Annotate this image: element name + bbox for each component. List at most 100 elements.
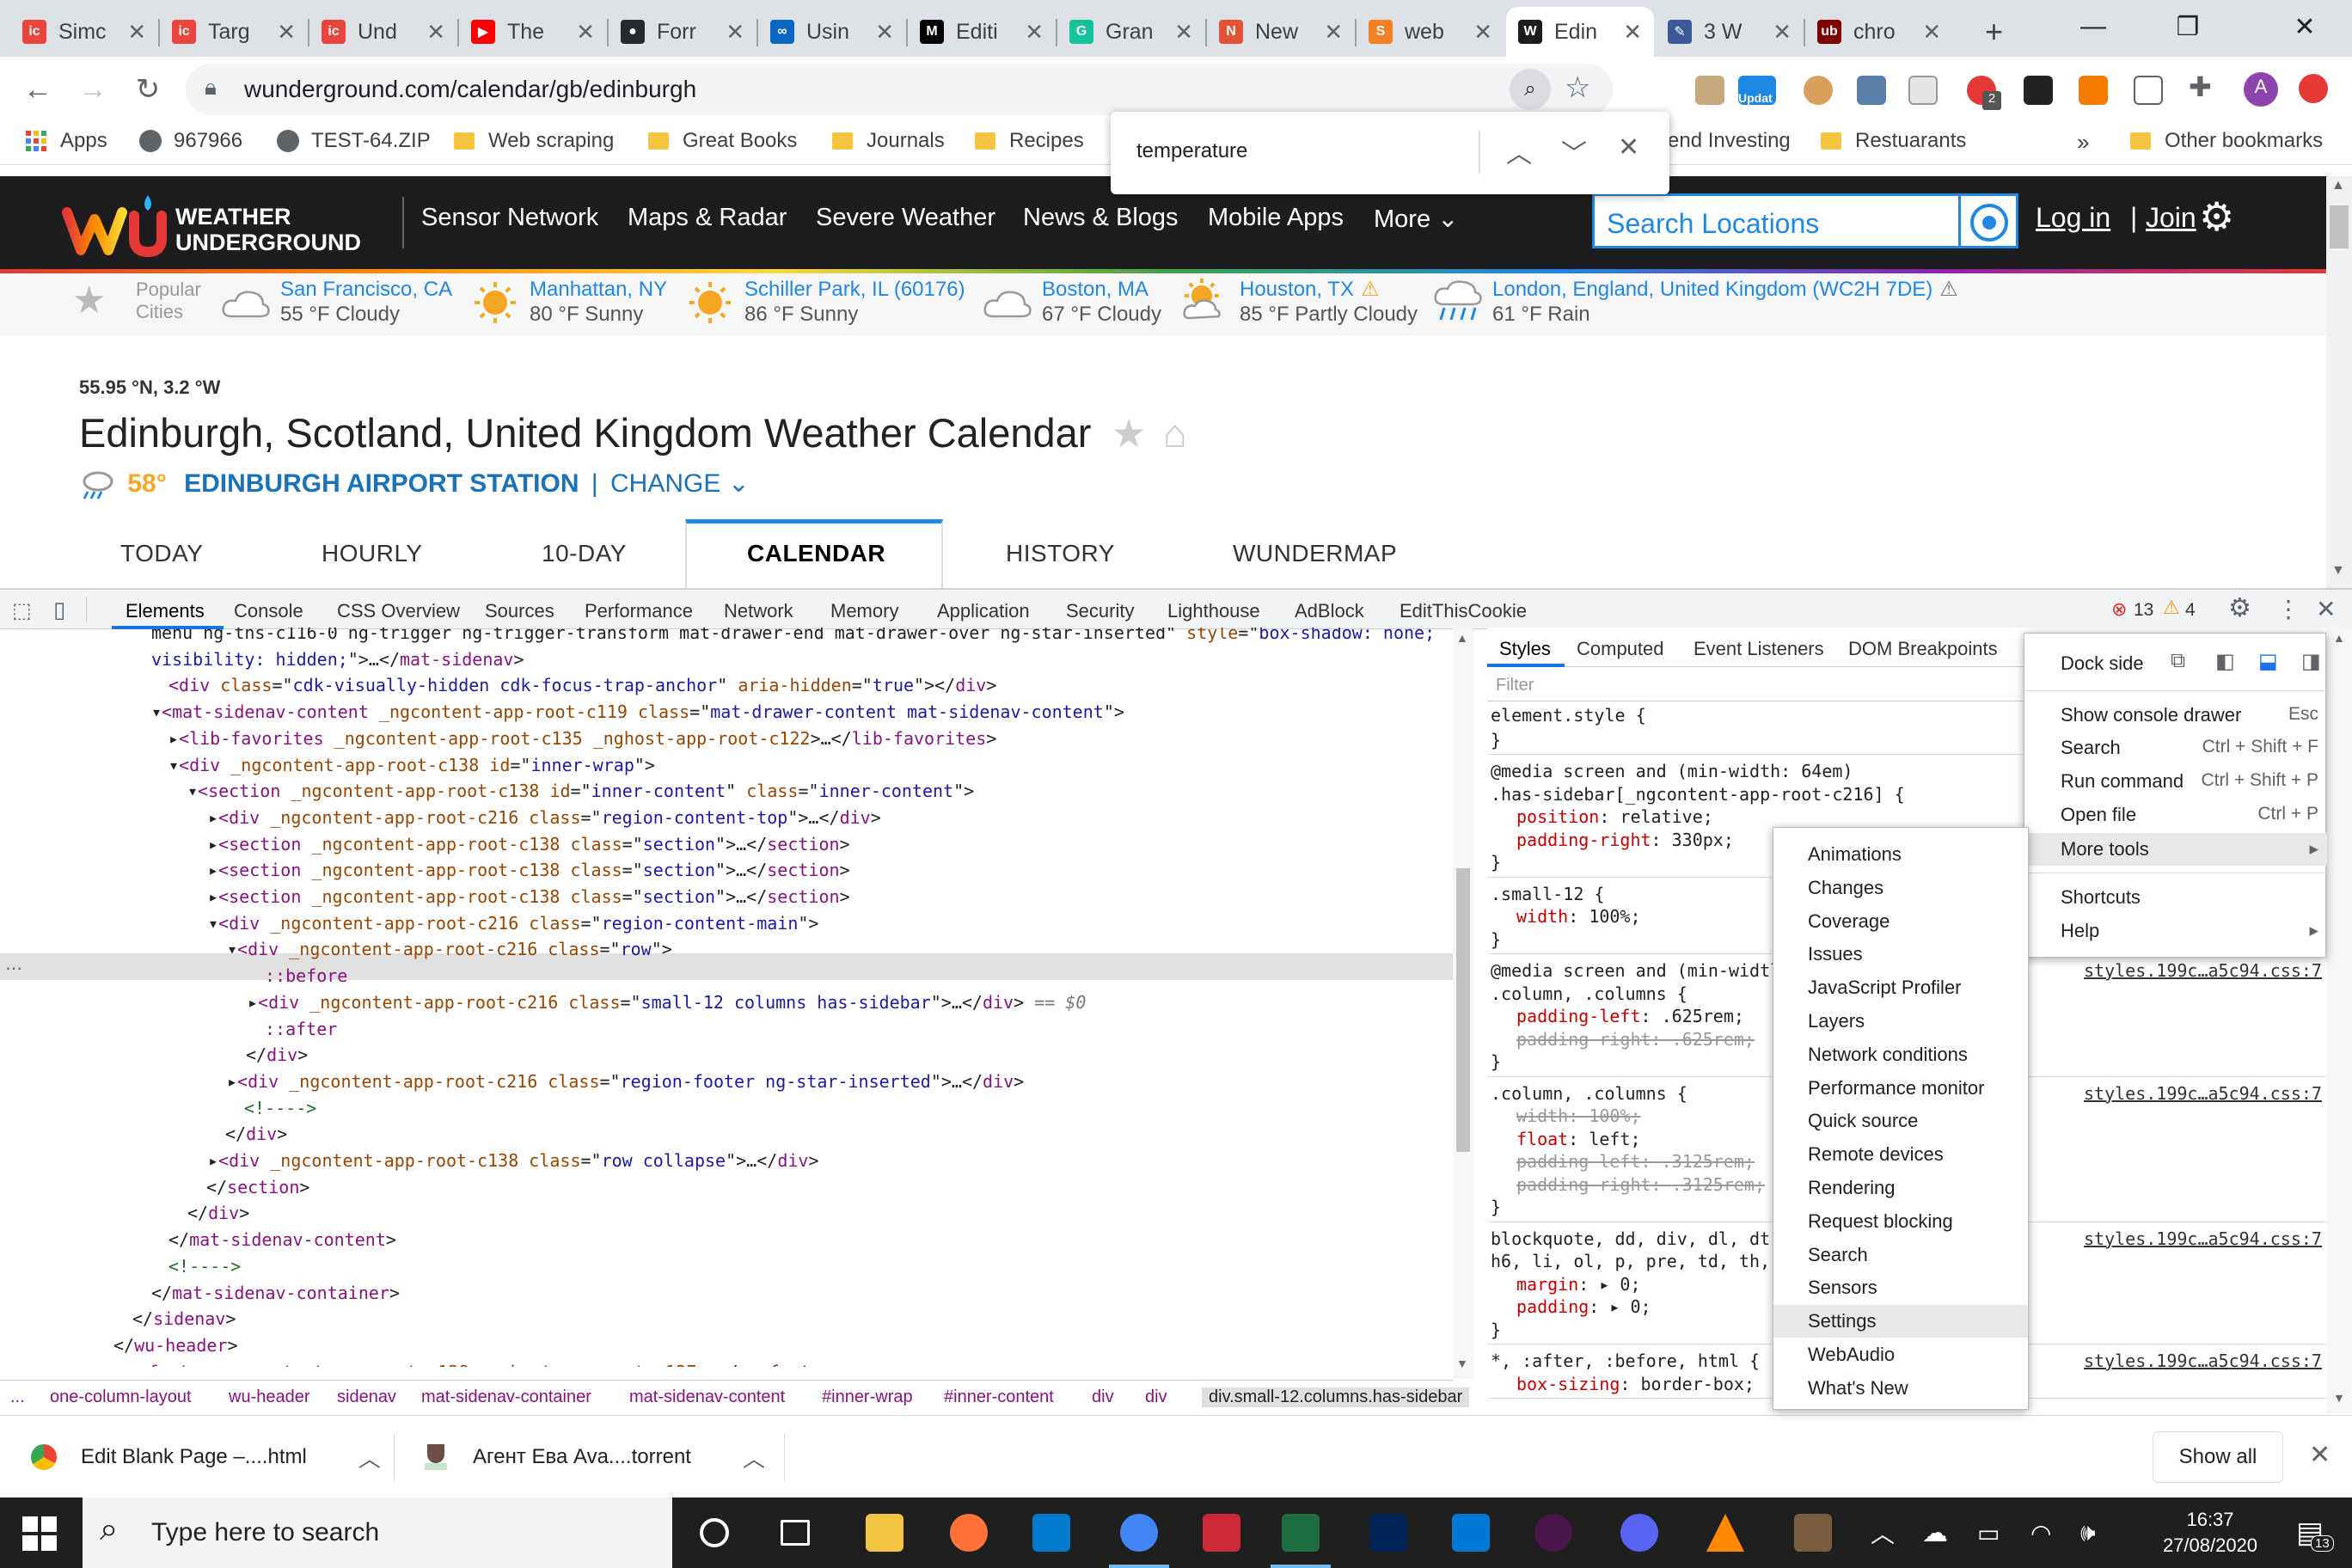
dom-node-row[interactable]: menu ng-tns-c116-0 ng-trigger ng-trigger… <box>0 628 1435 649</box>
chevron-up-icon[interactable]: ︿ <box>358 1442 381 1473</box>
devtools-tab-elements[interactable]: Elements <box>126 600 205 622</box>
more-tools-item-network-conditions[interactable]: Network conditions <box>1773 1038 2028 1071</box>
browser-tab[interactable]: ▶ The ✕ <box>459 7 607 57</box>
find-next-icon[interactable]: ﹀ <box>1561 132 1587 170</box>
more-tools-item-remote-devices[interactable]: Remote devices <box>1773 1138 2028 1171</box>
nav-maps-radar[interactable]: Maps & Radar <box>628 204 787 232</box>
devtools-close-icon[interactable]: ✕ <box>2316 595 2336 623</box>
menu-item-help[interactable]: Help ▸ <box>2024 915 2327 947</box>
css-source-link[interactable]: styles.199c…a5c94.css:7 <box>2084 1228 2322 1249</box>
excel-taskbar-button[interactable] <box>1262 1498 1339 1568</box>
breadcrumb-item[interactable]: ... <box>10 1387 25 1407</box>
devtools-tab-lighthouse[interactable]: Lighthouse <box>1167 600 1260 622</box>
devtools-tab-memory[interactable]: Memory <box>830 600 898 622</box>
search-locations-input[interactable]: Search Locations <box>1592 193 2018 248</box>
styles-tab-computed[interactable]: Computed <box>1577 638 1664 660</box>
dom-node-row[interactable]: ▸<div _ngcontent-app-root-c138 class="ro… <box>0 1150 818 1177</box>
tab-close-icon[interactable]: ✕ <box>1174 19 1193 46</box>
devtools-tab-console[interactable]: Console <box>234 600 303 622</box>
tab-close-icon[interactable]: ✕ <box>277 19 296 46</box>
scroll-up-icon[interactable]: ▲ <box>2331 178 2345 193</box>
chrome-taskbar-button[interactable] <box>1100 1498 1178 1568</box>
tab-close-icon[interactable]: ✕ <box>726 19 744 46</box>
scroll-down-icon[interactable]: ▼ <box>2333 1391 2345 1405</box>
popular-city[interactable]: Houston, TX ⚠ 85 °F Partly Cloudy <box>1240 277 1418 327</box>
css-selector[interactable]: h6, li, ol, p, pre, td, th, <box>1491 1251 1770 1271</box>
tab-close-icon[interactable]: ✕ <box>1623 19 1642 46</box>
css-declaration[interactable]: margin: ▸ 0; <box>1516 1274 1641 1295</box>
gps-icon[interactable] <box>1970 204 2008 242</box>
dom-node-row[interactable]: visibility: hidden;">…</mat-sidenav> <box>0 649 524 676</box>
zotero-taskbar-button[interactable] <box>1183 1498 1260 1568</box>
styles-tab-dom-breakpoints[interactable]: DOM Breakpoints <box>1848 638 1998 660</box>
tab-wundermap[interactable]: WUNDERMAP <box>1233 540 1397 567</box>
more-tools-item-settings[interactable]: Settings <box>1773 1305 2028 1338</box>
new-tab-button[interactable]: + <box>1973 7 2024 57</box>
browser-tab[interactable]: N New ✕ <box>1207 7 1355 57</box>
browser-tab[interactable]: ic Und ✕ <box>309 7 457 57</box>
page-scrollbar[interactable]: ▲ ▼ <box>2326 176 2352 588</box>
station-name[interactable]: EDINBURGH AIRPORT STATION <box>184 469 579 498</box>
css-declaration[interactable]: padding-right: .3125rem; <box>1516 1174 1765 1195</box>
breadcrumb-item[interactable]: div.small-12.columns.has-sidebar <box>1202 1387 1470 1407</box>
browser-tab[interactable]: W Edin ✕ <box>1506 7 1654 57</box>
breadcrumb-item[interactable]: #inner-wrap <box>822 1387 913 1407</box>
browser-tab[interactable]: ic Targ ✕ <box>160 7 308 57</box>
css-selector[interactable]: .small-12 { <box>1491 884 1604 904</box>
dom-node-row[interactable]: ▸<section _ngcontent-app-root-c138 class… <box>0 860 850 886</box>
clock[interactable]: 16:37 27/08/2020 <box>2146 1498 2275 1568</box>
dom-node-row[interactable]: ▾<mat-sidenav-content _ngcontent-app-roo… <box>0 701 1124 728</box>
page-scrollbar-thumb[interactable] <box>2330 205 2349 248</box>
css-declaration[interactable]: padding-left: .625rem; <box>1516 1006 1744 1026</box>
menu-item-show-console-drawer[interactable]: Show console drawer Esc <box>2024 699 2327 732</box>
popular-city[interactable]: Boston, MA 67 °F Cloudy <box>1042 277 1161 327</box>
dom-node-row[interactable]: </div> <box>0 1124 287 1150</box>
tab-10-day[interactable]: 10-DAY <box>542 540 627 567</box>
battery-icon[interactable]: ▭ <box>1977 1498 2000 1568</box>
css-declaration[interactable]: float: left; <box>1516 1129 1641 1149</box>
dom-node-row[interactable]: </div> <box>0 1044 308 1071</box>
bookmark-folder-investing[interactable]: end Investing <box>1668 129 1791 153</box>
devtools-tab-security[interactable]: Security <box>1066 600 1134 622</box>
volume-icon[interactable]: 🕪︎ <box>2080 1498 2096 1568</box>
tab-close-icon[interactable]: ✕ <box>1025 19 1044 46</box>
browser-tab[interactable]: ✎ 3 W ✕ <box>1656 7 1804 57</box>
more-tools-item-request-blocking[interactable]: Request blocking <box>1773 1205 2028 1238</box>
dom-node-row[interactable]: ▾<div _ngcontent-app-root-c216 class="ro… <box>0 939 672 965</box>
breadcrumb-item[interactable]: one-column-layout <box>50 1387 192 1407</box>
error-icon[interactable]: ⊗ <box>2111 598 2127 621</box>
more-tools-item-javascript-profiler[interactable]: JavaScript Profiler <box>1773 971 2028 1004</box>
dock-right-icon[interactable]: ◨ <box>2301 649 2321 674</box>
styles-tab-event-listeners[interactable]: Event Listeners <box>1694 638 1824 660</box>
address-bar[interactable]: 🔒︎ wunderground.com/calendar/gb/edinburg… <box>186 64 1613 115</box>
dock-undock-icon[interactable]: ⧉ <box>2171 649 2185 673</box>
adblock-extension-icon[interactable]: 2 <box>1967 76 2001 110</box>
devtools-tab-performance[interactable]: Performance <box>585 600 693 622</box>
devtools-tab-adblock[interactable]: AdBlock <box>1295 600 1364 622</box>
profile-avatar[interactable]: A <box>2244 72 2278 107</box>
change-station-link[interactable]: CHANGE ⌄ <box>610 469 750 498</box>
dom-node-row[interactable]: ▸<div _ngcontent-app-root-c216 class="re… <box>0 1071 1024 1098</box>
devtools-tab-editthiscookie[interactable]: EditThisCookie <box>1400 600 1527 622</box>
more-tools-item-issues[interactable]: Issues <box>1773 938 2028 971</box>
css-source-link[interactable]: styles.199c…a5c94.css:7 <box>2084 1083 2322 1104</box>
css-selector[interactable]: .column, .columns { <box>1491 1083 1687 1104</box>
nav-more[interactable]: More ⌄ <box>1374 204 1458 234</box>
more-tools-item-rendering[interactable]: Rendering <box>1773 1172 2028 1204</box>
browser-tab[interactable]: G Gran ✕ <box>1057 7 1205 57</box>
tab-calendar[interactable]: CALENDAR <box>747 540 885 567</box>
find-previous-icon[interactable]: ︿ <box>1506 132 1532 170</box>
tab-close-icon[interactable]: ✕ <box>576 19 595 46</box>
home-icon[interactable]: ⌂ <box>1163 411 1187 456</box>
css-source-link[interactable]: styles.199c…a5c94.css:7 <box>2084 1351 2322 1371</box>
css-selector[interactable]: *, :after, :before, html { <box>1491 1351 1760 1371</box>
bookmark-apps[interactable]: Apps <box>26 129 107 153</box>
nav-sensor-network[interactable]: Sensor Network <box>421 204 598 232</box>
dom-node-row[interactable]: </div> <box>0 1203 249 1229</box>
tab-hourly[interactable]: HOURLY <box>322 540 423 567</box>
minimize-button[interactable]: — <box>2046 0 2141 53</box>
elements-scrollbar[interactable]: ▲ ▼ <box>1453 628 1473 1379</box>
css-declaration[interactable]: padding-left: .3125rem; <box>1516 1151 1755 1172</box>
windows-start-icon[interactable] <box>22 1516 57 1551</box>
styles-scrollbar[interactable]: ▲ ▼ <box>2326 628 2352 1413</box>
